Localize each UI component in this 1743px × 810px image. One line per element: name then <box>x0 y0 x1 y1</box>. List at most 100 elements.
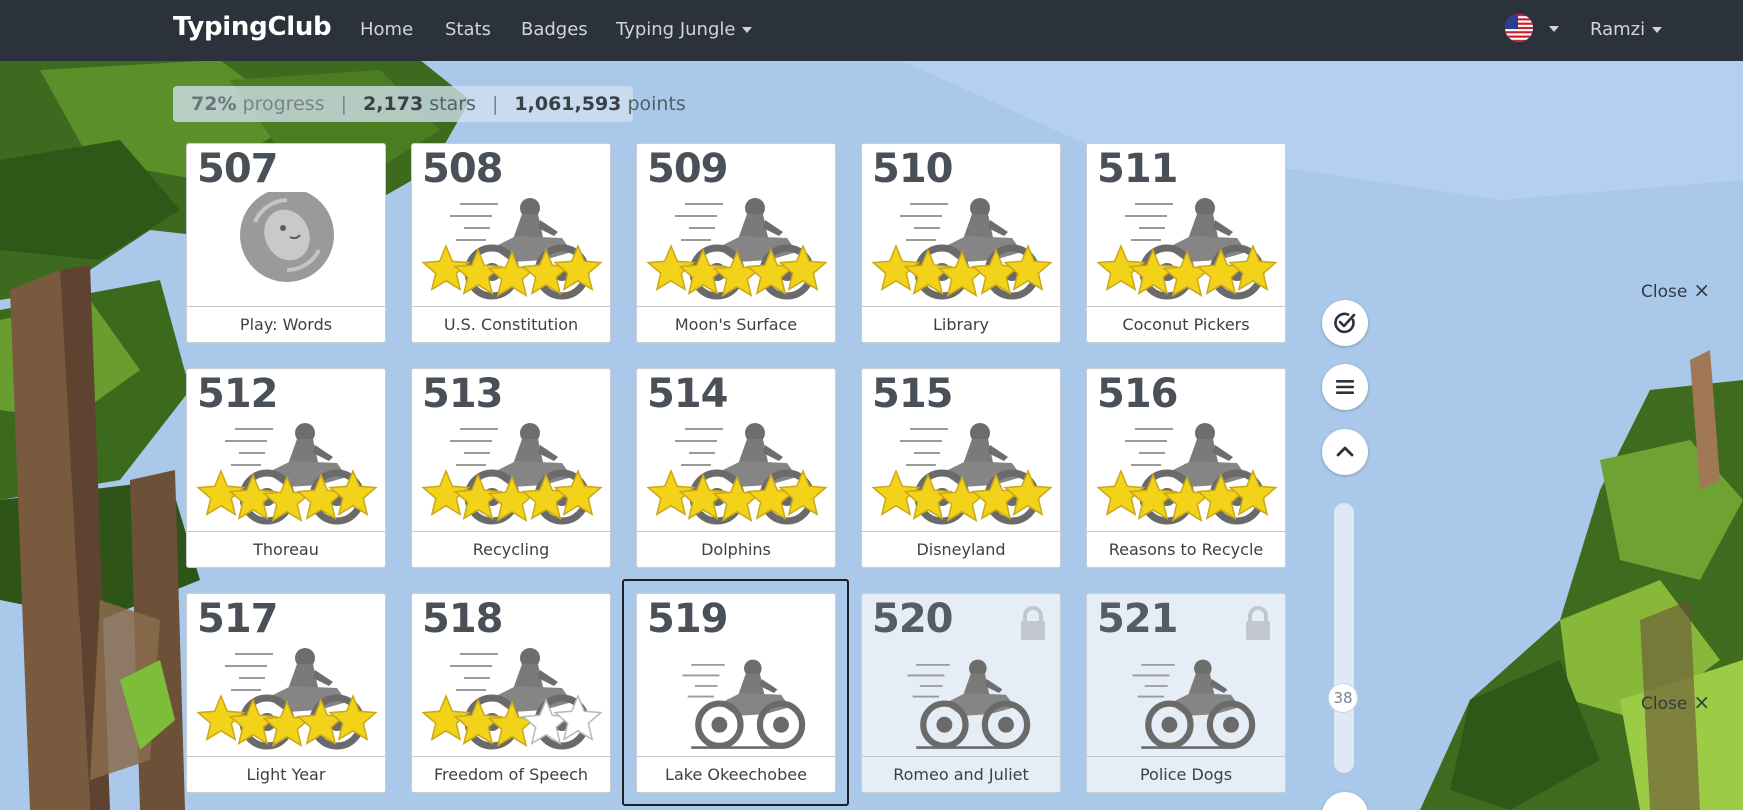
lesson-number: 508 <box>422 146 503 192</box>
rider <box>737 423 783 467</box>
lesson-number: 507 <box>197 146 278 192</box>
rider <box>512 423 558 467</box>
lesson-tile-519[interactable]: 519 Lake Okeechobee <box>636 593 836 793</box>
speed-lines <box>900 203 948 241</box>
lesson-number: 510 <box>872 146 953 192</box>
nav-badges[interactable]: Badges <box>521 19 588 40</box>
lesson-tile-510[interactable]: 510 Library <box>861 143 1061 343</box>
rider <box>1187 198 1233 242</box>
nav-stats[interactable]: Stats <box>445 19 491 40</box>
points-label: points <box>627 93 686 115</box>
lesson-title: Moon's Surface <box>637 306 835 342</box>
lesson-title: Library <box>862 306 1060 342</box>
lesson-tile-508[interactable]: 508 U.S. Constitution <box>411 143 611 343</box>
check-circle-icon <box>1334 312 1356 334</box>
lesson-title: Police Dogs <box>1087 756 1285 792</box>
menu-button[interactable] <box>1322 364 1368 410</box>
language-chevron-down-icon[interactable] <box>1549 26 1559 32</box>
lesson-title: Recycling <box>412 531 610 567</box>
lesson-tile-518[interactable]: 518 Freedom of Speech <box>411 593 611 793</box>
lesson-tile-507[interactable]: 507 Play: Words <box>186 143 386 343</box>
lesson-tile-512[interactable]: 512 Thoreau <box>186 368 386 568</box>
top-navbar: TypingClub Home Stats Badges Typing Jung… <box>0 0 1743 61</box>
rider <box>287 648 333 692</box>
lesson-number: 520 <box>872 596 953 642</box>
motorcycle-icon <box>646 198 828 300</box>
lesson-number: 509 <box>647 146 728 192</box>
speed-lines <box>450 428 498 466</box>
lock-icon <box>1246 606 1270 640</box>
speed-lines <box>225 653 273 691</box>
rider <box>737 659 778 699</box>
divider: | <box>491 93 499 115</box>
progress-percent: 72% <box>191 93 237 115</box>
lesson-number: 516 <box>1097 371 1178 417</box>
lesson-tile-515[interactable]: 515 Disneyland <box>861 368 1061 568</box>
check-progress-button[interactable] <box>1322 300 1368 346</box>
lesson-number: 512 <box>197 371 278 417</box>
rider <box>512 198 558 242</box>
rider <box>962 659 1003 699</box>
lesson-title: Disneyland <box>862 531 1060 567</box>
rider <box>962 198 1008 242</box>
motorcycle-icon <box>871 423 1053 525</box>
us-flag-icon[interactable] <box>1505 14 1533 42</box>
close-button-bottom[interactable]: Close × <box>1641 690 1710 714</box>
lesson-title: Romeo and Juliet <box>862 756 1060 792</box>
lesson-title: Lake Okeechobee <box>637 756 835 792</box>
brand-logo[interactable]: TypingClub <box>173 12 332 42</box>
lesson-tile-514[interactable]: 514 Dolphins <box>636 368 836 568</box>
lesson-tile-513[interactable]: 513 Recycling <box>411 368 611 568</box>
progress-label: progress <box>242 93 325 115</box>
lesson-tile-521[interactable]: 521 Police Dogs <box>1086 593 1286 793</box>
user-name: Ramzi <box>1590 19 1646 40</box>
game-badge-icon <box>240 192 334 282</box>
speed-lines <box>907 664 950 698</box>
lesson-number: 519 <box>647 596 728 642</box>
bike-body <box>695 693 806 749</box>
speed-lines <box>225 428 273 466</box>
user-menu[interactable]: Ramzi <box>1590 19 1663 40</box>
motorcycle-icon <box>196 648 378 750</box>
rider <box>512 648 558 692</box>
lesson-title: Thoreau <box>187 531 385 567</box>
lesson-number: 521 <box>1097 596 1178 642</box>
lesson-title: Freedom of Speech <box>412 756 610 792</box>
rider <box>1187 659 1228 699</box>
bike-body <box>920 693 1031 749</box>
lesson-title: Play: Words <box>187 306 385 342</box>
lesson-tile-520[interactable]: 520 Romeo and Juliet <box>861 593 1061 793</box>
lesson-tile-509[interactable]: 509 Moon's Surface <box>636 143 836 343</box>
motorcycle-icon <box>196 423 378 525</box>
close-icon: × <box>1693 690 1711 714</box>
motorcycle-icon <box>646 423 828 525</box>
rider <box>962 423 1008 467</box>
lesson-tile-516[interactable]: 516 Reasons to Recycle <box>1086 368 1286 568</box>
scrollbar-thumb[interactable]: 38 <box>1328 683 1358 713</box>
nav-typing-jungle[interactable]: Typing Jungle <box>616 19 753 40</box>
lesson-number: 515 <box>872 371 953 417</box>
lesson-number: 518 <box>422 596 503 642</box>
motorcycle-icon <box>421 648 603 750</box>
scroll-up-button[interactable] <box>1322 429 1368 475</box>
close-icon: × <box>1693 278 1711 302</box>
lesson-tile-511[interactable]: 511 Coconut Pickers <box>1086 143 1286 343</box>
motorcycle-icon <box>1096 198 1278 300</box>
stars-count: 2,173 <box>363 93 424 115</box>
lesson-scrollbar[interactable] <box>1334 503 1354 773</box>
progress-summary: 72% progress | 2,173 stars | 1,061,593 p… <box>173 86 686 122</box>
close-button-top[interactable]: Close × <box>1641 278 1710 302</box>
lesson-number: 513 <box>422 371 503 417</box>
rider <box>737 198 783 242</box>
chevron-up-icon <box>1336 446 1354 457</box>
speed-lines <box>682 664 725 698</box>
lesson-title: Light Year <box>187 756 385 792</box>
lesson-tile-517[interactable]: 517 Light Year <box>186 593 386 793</box>
rider <box>287 423 333 467</box>
close-label: Close <box>1641 694 1688 714</box>
motorcycle-icon <box>871 198 1053 300</box>
user-chevron-down-icon <box>1652 27 1663 33</box>
speed-lines <box>1125 428 1173 466</box>
divider: | <box>340 93 348 115</box>
nav-home[interactable]: Home <box>360 19 413 40</box>
